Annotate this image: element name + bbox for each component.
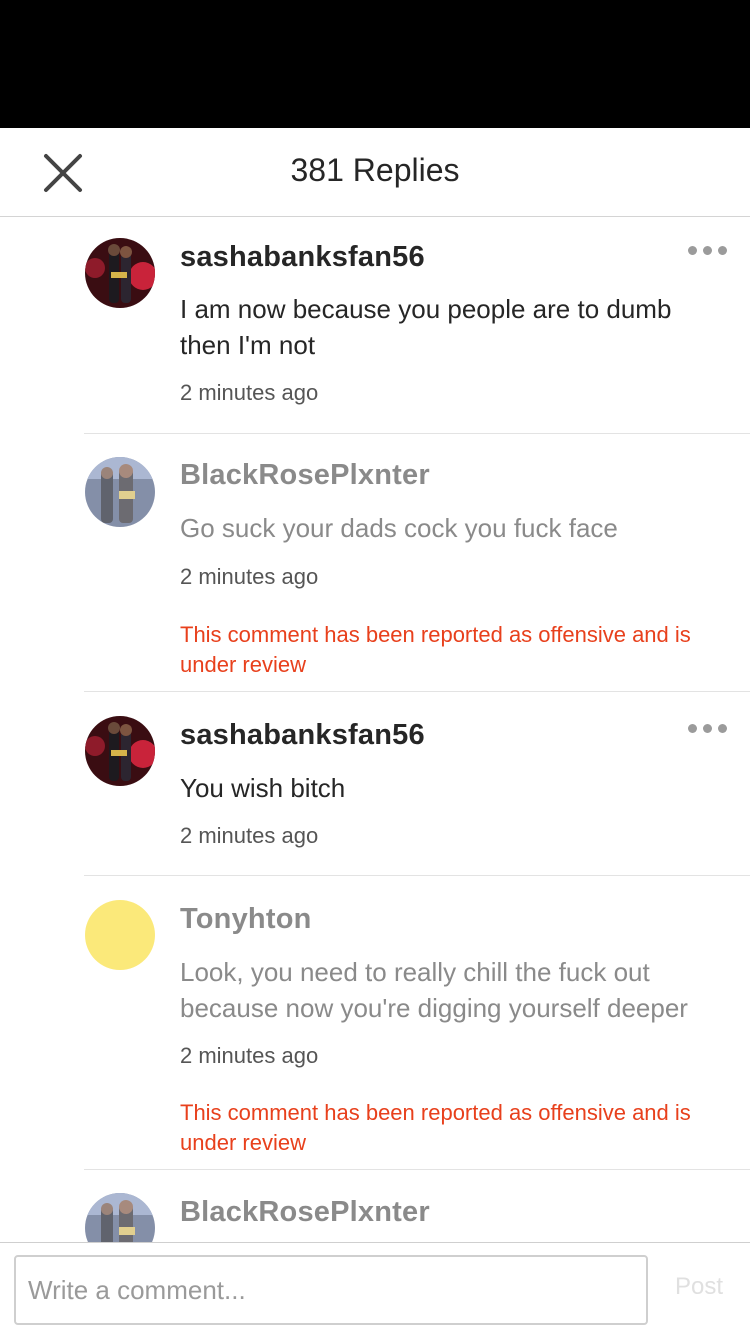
avatar[interactable]: [85, 716, 155, 786]
comment-username[interactable]: BlackRosePlxnter: [180, 459, 430, 492]
more-options-icon: [688, 724, 697, 733]
report-notice: This comment has been reported as offens…: [180, 1100, 691, 1155]
comment-composer: Post: [0, 1242, 750, 1334]
avatar[interactable]: [85, 238, 155, 308]
comment-timestamp: 2 minutes ago: [180, 1043, 319, 1068]
comment-username[interactable]: BlackRosePlxnter: [180, 1196, 430, 1229]
comment-input[interactable]: [14, 1255, 648, 1325]
report-notice: This comment has been reported as offens…: [180, 622, 691, 677]
comment-timestamp: 2 minutes ago: [180, 380, 319, 405]
comment-username[interactable]: sashabanksfan56: [180, 719, 425, 752]
comment-text: You wish bitch: [180, 773, 346, 803]
avatar[interactable]: [85, 900, 155, 970]
comment-text: Go suck your dads cock you fuck face: [180, 513, 618, 543]
post-button[interactable]: Post: [664, 1273, 734, 1301]
more-options-button[interactable]: [688, 721, 728, 735]
avatar[interactable]: [85, 457, 155, 527]
more-options-icon: [688, 246, 697, 255]
divider: [84, 691, 750, 692]
comment-timestamp: 2 minutes ago: [180, 564, 319, 589]
divider: [84, 875, 750, 876]
comment-text: Look, you need to really chill the fuck …: [180, 957, 688, 1023]
page-title: 381 Replies: [290, 152, 460, 188]
comment-username[interactable]: sashabanksfan56: [180, 241, 425, 274]
status-bar: [0, 0, 750, 128]
divider: [84, 433, 750, 434]
replies-header: 381 Replies: [0, 128, 750, 217]
replies-list[interactable]: sashabanksfan56 I am now because you peo…: [0, 217, 750, 1242]
comment-timestamp: 2 minutes ago: [180, 823, 319, 848]
more-options-button[interactable]: [688, 243, 728, 257]
comment-text: I am now because you people are to dumb …: [180, 294, 672, 360]
divider: [84, 1169, 750, 1170]
avatar[interactable]: [85, 1193, 155, 1242]
comment-username[interactable]: Tonyhton: [180, 903, 312, 936]
